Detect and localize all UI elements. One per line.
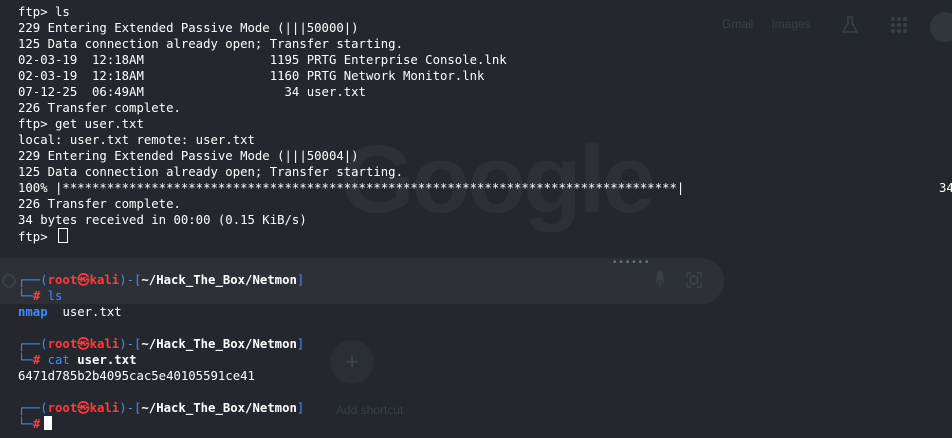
shell-prompt-header: ┌──(root㉿kali)-[~/Hack_The_Box/Netmon] bbox=[18, 401, 305, 415]
ftp-line: ftp> ls bbox=[18, 5, 70, 19]
command-name: cat bbox=[47, 353, 70, 367]
ftp-listing-row: 02-03-19 12:18AM 1195 PRTG Enterprise Co… bbox=[18, 53, 507, 67]
prompt-path: ~/Hack_The_Box/Netmon bbox=[141, 273, 297, 287]
shell-command-line: └─# cat user.txt bbox=[18, 353, 137, 367]
ftp-line: 229 Entering Extended Passive Mode (|||5… bbox=[18, 21, 359, 35]
skull-icon: ㉿ bbox=[77, 401, 90, 415]
ftp-line: ftp> get user.txt bbox=[18, 117, 144, 131]
ftp-line: 125 Data connection already open; Transf… bbox=[18, 37, 403, 51]
ftp-listing-row: 02-03-19 12:18AM 1160 PRTG Network Monit… bbox=[18, 69, 485, 83]
shell-prompt-header: ┌──(root㉿kali)-[~/Hack_The_Box/Netmon] bbox=[18, 273, 305, 287]
ftp-line: local: user.txt remote: user.txt bbox=[18, 133, 255, 147]
block-cursor bbox=[44, 416, 53, 430]
shell-command-line: └─# ls bbox=[18, 289, 63, 303]
ftp-line: 34 bytes received in 00:00 (0.15 KiB/s) bbox=[18, 213, 307, 227]
ftp-line: 226 Transfer complete. bbox=[18, 101, 181, 115]
ftp-progress-bar: 100% |**********************************… bbox=[18, 181, 685, 195]
ftp-progress-bytes: 34 bbox=[939, 181, 952, 195]
skull-icon: ㉿ bbox=[77, 337, 90, 351]
terminal[interactable]: ftp> ls 229 Entering Extended Passive Mo… bbox=[0, 0, 952, 438]
prompt-path: ~/Hack_The_Box/Netmon bbox=[141, 337, 297, 351]
ftp-prompt-line[interactable]: ftp> bbox=[18, 228, 69, 244]
file-entry: user.txt bbox=[62, 305, 122, 319]
command-arg: user.txt bbox=[77, 353, 137, 367]
command-name: ls bbox=[47, 289, 63, 303]
ls-output: nmap user.txt bbox=[18, 304, 122, 320]
dir-entry: nmap bbox=[18, 305, 48, 319]
cat-output-hash: 6471d785b2b4095cac5e40105591ce41 bbox=[18, 369, 255, 383]
ftp-line: 125 Data connection already open; Transf… bbox=[18, 165, 403, 179]
skull-icon: ㉿ bbox=[77, 273, 90, 287]
shell-input-line[interactable]: └─# bbox=[18, 416, 53, 432]
prompt-path: ~/Hack_The_Box/Netmon bbox=[141, 401, 297, 415]
ftp-prompt: ftp> bbox=[18, 230, 56, 244]
hollow-cursor bbox=[58, 228, 69, 243]
ftp-line: 229 Entering Extended Passive Mode (|||5… bbox=[18, 149, 359, 163]
ftp-line: 226 Transfer complete. bbox=[18, 197, 181, 211]
shell-prompt-header: ┌──(root㉿kali)-[~/Hack_The_Box/Netmon] bbox=[18, 337, 305, 351]
ftp-listing-row: 07-12-25 06:49AM 34 user.txt bbox=[18, 85, 366, 99]
